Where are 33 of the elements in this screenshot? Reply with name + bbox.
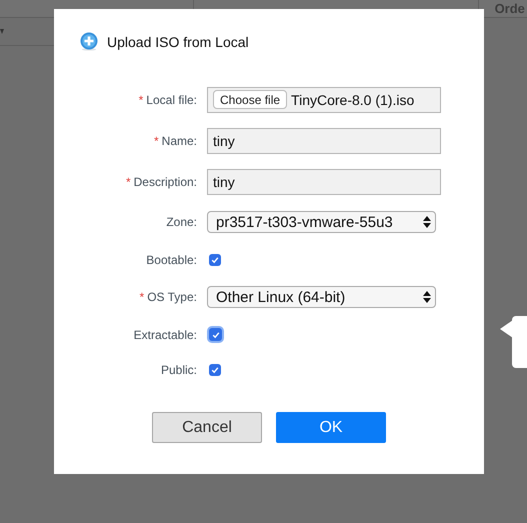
tooltip-pointer-icon (500, 320, 513, 338)
required-mark: * (154, 134, 159, 148)
dropdown[interactable]: Other Linux (64-bit) (207, 286, 436, 308)
checkbox[interactable] (209, 254, 221, 266)
checkbox[interactable] (209, 364, 221, 376)
dropdown[interactable]: pr3517-t303-vmware-55u3 (207, 211, 436, 233)
dialog-title: Upload ISO from Local (107, 34, 249, 50)
required-mark: * (126, 174, 131, 188)
checkmark-icon (211, 366, 219, 374)
field-label: Zone: (166, 215, 197, 229)
cancel-button[interactable]: Cancel (152, 412, 262, 443)
field-label: OS Type: (147, 290, 197, 304)
file-field[interactable]: Choose file TinyCore-8.0 (1).iso (207, 86, 441, 112)
ok-button[interactable]: OK (276, 412, 386, 443)
field-label: Bootable: (146, 252, 197, 266)
field-label: Name: (162, 134, 197, 148)
required-mark: * (138, 92, 144, 106)
choose-file-button[interactable]: Choose file (213, 90, 288, 109)
select-arrows-icon (423, 291, 431, 303)
select-arrows-icon (423, 216, 431, 228)
input-field[interactable]: tiny (207, 168, 441, 194)
checkmark-icon (212, 330, 220, 338)
required-mark: * (140, 290, 144, 304)
checkbox[interactable] (209, 328, 222, 341)
field-label: Local file: (146, 92, 197, 106)
file-name: TinyCore-8.0 (1).iso (291, 92, 414, 108)
field-label: Public: (160, 362, 197, 376)
caret-icon (0, 28, 4, 34)
input-field[interactable]: tiny (207, 128, 441, 154)
add-icon (80, 32, 98, 51)
field-label: Description: (134, 174, 197, 188)
field-label: Extractable: (134, 328, 197, 342)
checkmark-icon (211, 256, 219, 264)
